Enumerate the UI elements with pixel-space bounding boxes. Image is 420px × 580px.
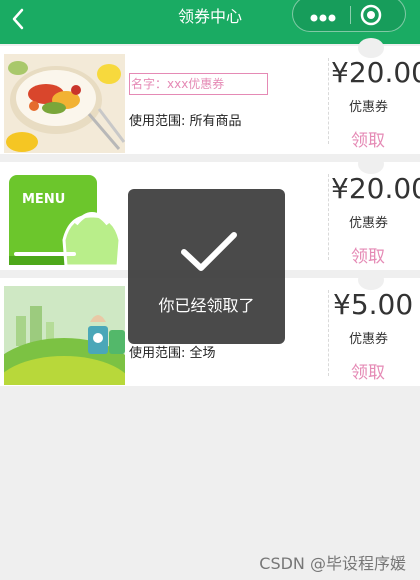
menu-logo-text: MENU <box>22 192 65 207</box>
coupon-name-field: 名字：xxx优惠券 <box>129 73 268 95</box>
ticket-notch <box>358 270 384 290</box>
coupon-amount: ¥20.00 <box>331 56 420 89</box>
green-bins-image <box>4 286 125 385</box>
coupon-amount: ¥5.00 <box>333 288 414 321</box>
coupon-amount: ¥20.00 <box>331 172 420 205</box>
dashed-divider <box>328 174 329 260</box>
nav-header: 领券中心 <box>0 0 420 44</box>
claim-button[interactable]: 领取 <box>351 358 385 383</box>
claim-button[interactable]: 领取 <box>351 242 385 267</box>
checkmark-icon <box>181 232 237 271</box>
watermark: CSDN @毕设程序媛 <box>259 554 406 573</box>
close-target-icon[interactable] <box>359 3 383 27</box>
coupon-unit: 优惠券 <box>349 216 389 231</box>
coupon-card: 名字：xxx优惠券 使用范围: 所有商品 ¥20.00 优惠券 领取 <box>0 38 420 154</box>
success-toast: 你已经领取了 <box>128 189 285 344</box>
miniprogram-capsule <box>292 0 406 32</box>
toast-message: 你已经领取了 <box>158 296 255 315</box>
coupon-scope: 使用范围: 所有商品 <box>129 114 242 129</box>
ticket-notch <box>358 38 384 58</box>
food-plate-image <box>4 54 125 153</box>
claim-button[interactable]: 领取 <box>351 126 385 151</box>
menu-logo-image: MENU <box>4 170 125 269</box>
capsule-divider <box>350 6 351 24</box>
dashed-divider <box>328 58 329 144</box>
dashed-divider <box>328 290 329 376</box>
coupon-unit: 优惠券 <box>349 332 389 347</box>
coupon-scope: 使用范围: 全场 <box>129 346 216 361</box>
more-dots-icon[interactable] <box>303 5 343 25</box>
ticket-notch <box>358 154 384 174</box>
coupon-unit: 优惠券 <box>349 100 389 115</box>
